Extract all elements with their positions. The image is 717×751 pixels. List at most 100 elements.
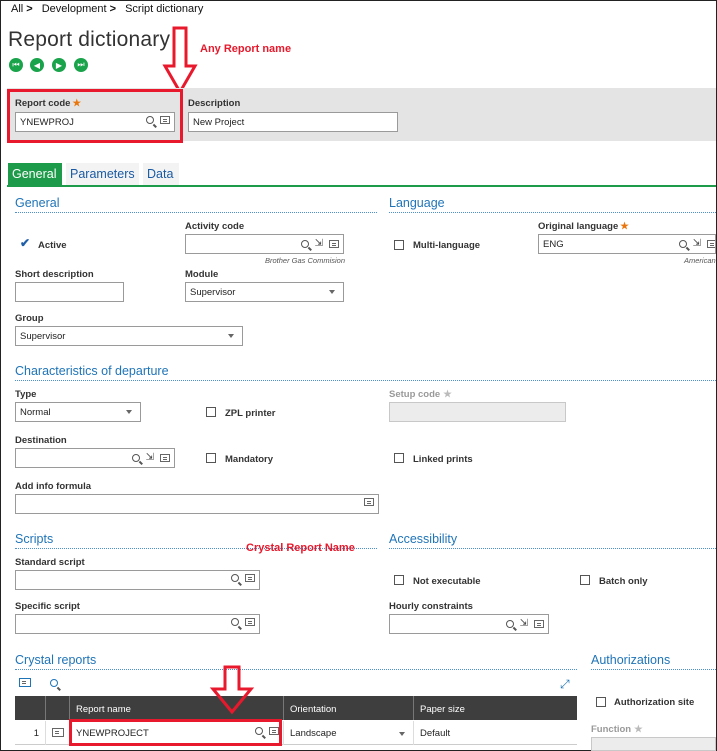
original-language-field[interactable]: ENG ⇲: [538, 234, 716, 254]
departure-section-title: Characteristics of departure: [15, 364, 169, 378]
jump-to-icon[interactable]: ⇲: [693, 238, 701, 249]
details-icon[interactable]: [245, 618, 255, 626]
report-code-field[interactable]: YNEWPROJ: [15, 112, 175, 132]
table-details-button[interactable]: [19, 678, 31, 690]
section-divider: [389, 548, 716, 549]
chevron-down-icon: [399, 732, 405, 736]
active-checkbox[interactable]: ✔: [20, 237, 30, 250]
section-divider: [591, 669, 716, 670]
details-icon[interactable]: [160, 453, 170, 462]
page-title: Report dictionary: [8, 28, 171, 51]
next-record-button[interactable]: ▶: [52, 58, 66, 72]
multi-language-label: Multi-language: [413, 240, 481, 251]
annotation-crystal-report-name: Crystal Report Name: [246, 542, 355, 554]
breadcrumb: All > Development > Script dictionary: [11, 3, 206, 15]
original-language-description: American: [684, 256, 716, 265]
not-executable-checkbox[interactable]: [394, 575, 404, 588]
column-header-orientation[interactable]: Orientation: [283, 696, 413, 720]
description-label: Description: [188, 98, 241, 109]
first-record-button[interactable]: ⏮: [9, 58, 23, 72]
description-field[interactable]: New Project: [188, 112, 398, 132]
previous-icon: ◀: [33, 60, 41, 70]
expand-icon[interactable]: ⤢: [560, 677, 570, 692]
specific-script-field[interactable]: [15, 614, 260, 634]
not-executable-label: Not executable: [413, 576, 481, 587]
breadcrumb-item-development[interactable]: Development: [42, 3, 107, 15]
zpl-printer-checkbox[interactable]: [206, 407, 216, 420]
search-icon[interactable]: [300, 239, 309, 248]
module-select[interactable]: Supervisor: [185, 282, 344, 302]
batch-only-label: Batch only: [599, 576, 648, 587]
language-section-title: Language: [389, 196, 445, 210]
short-description-field[interactable]: [15, 282, 124, 302]
specific-script-label: Specific script: [15, 601, 80, 612]
accessibility-section-title: Accessibility: [389, 532, 458, 546]
chevron-down-icon: [126, 410, 132, 414]
previous-record-button[interactable]: ◀: [30, 58, 44, 72]
details-icon[interactable]: [534, 619, 544, 628]
card-icon: [52, 728, 64, 737]
authorizations-section-title: Authorizations: [591, 653, 671, 667]
activity-code-label: Activity code: [185, 221, 245, 232]
details-icon[interactable]: [329, 239, 339, 248]
linked-prints-label: Linked prints: [413, 454, 473, 465]
chevron-down-icon: [228, 334, 234, 338]
search-icon[interactable]: [131, 453, 140, 462]
search-icon[interactable]: [678, 239, 687, 248]
breadcrumb-separator: >: [109, 3, 116, 15]
column-header-paper-size[interactable]: Paper size: [413, 696, 577, 720]
tab-general[interactable]: General: [8, 163, 62, 185]
section-divider: [15, 212, 377, 213]
standard-script-label: Standard script: [15, 557, 85, 568]
breadcrumb-item-script-dictionary[interactable]: Script dictionary: [125, 3, 203, 15]
jump-to-icon[interactable]: ⇲: [146, 452, 154, 463]
destination-field[interactable]: ⇲: [15, 448, 175, 468]
authorization-site-checkbox[interactable]: [596, 697, 606, 710]
activity-code-field[interactable]: ⇲: [185, 234, 344, 254]
general-section-title: General: [15, 196, 60, 210]
type-select[interactable]: Normal: [15, 402, 141, 422]
paper-size-cell[interactable]: Default: [413, 721, 577, 745]
orientation-cell[interactable]: Landscape: [283, 721, 413, 745]
search-icon[interactable]: [146, 116, 154, 124]
annotation-down-arrow: [209, 665, 255, 715]
search-icon[interactable]: [231, 574, 239, 582]
linked-prints-checkbox[interactable]: [394, 453, 404, 466]
annotation-report-name: Any Report name: [200, 43, 292, 55]
multi-language-checkbox[interactable]: [394, 240, 404, 253]
card-icon: [19, 678, 31, 687]
hourly-constraints-label: Hourly constraints: [389, 601, 473, 612]
jump-to-icon[interactable]: ⇲: [520, 618, 528, 629]
section-divider: [15, 669, 577, 670]
activity-code-description: Brother Gas Commision: [265, 256, 346, 265]
last-record-button[interactable]: ⏭: [74, 58, 88, 72]
tab-underline: [7, 185, 716, 187]
search-icon[interactable]: [231, 618, 239, 626]
original-language-label: Original language ★: [538, 221, 629, 232]
details-icon[interactable]: [245, 574, 255, 582]
add-info-formula-label: Add info formula: [15, 481, 91, 492]
tab-parameters[interactable]: Parameters: [66, 163, 139, 185]
row-action-header: [45, 696, 69, 720]
annotation-down-arrow: [162, 26, 198, 96]
group-select[interactable]: Supervisor: [15, 326, 243, 346]
short-description-label: Short description: [15, 269, 94, 280]
mandatory-checkbox[interactable]: [206, 453, 216, 466]
row-details-button[interactable]: [45, 721, 69, 745]
details-icon[interactable]: [160, 116, 170, 124]
standard-script-field[interactable]: [15, 570, 260, 590]
details-icon[interactable]: [364, 498, 374, 506]
search-icon[interactable]: [505, 619, 514, 628]
details-icon[interactable]: [707, 239, 715, 248]
crystal-reports-table-header: Report name Orientation Paper size: [15, 696, 577, 720]
first-icon: ⏮: [12, 60, 20, 69]
add-info-formula-field[interactable]: [15, 494, 379, 514]
batch-only-checkbox[interactable]: [580, 575, 590, 588]
hourly-constraints-field[interactable]: ⇲: [389, 614, 549, 634]
breadcrumb-item-all[interactable]: All: [11, 3, 23, 15]
setup-code-field: [389, 402, 566, 422]
breadcrumb-separator: >: [26, 3, 33, 15]
table-search-button[interactable]: [50, 678, 58, 690]
jump-to-icon[interactable]: ⇲: [315, 238, 323, 249]
tab-data[interactable]: Data: [143, 163, 179, 185]
